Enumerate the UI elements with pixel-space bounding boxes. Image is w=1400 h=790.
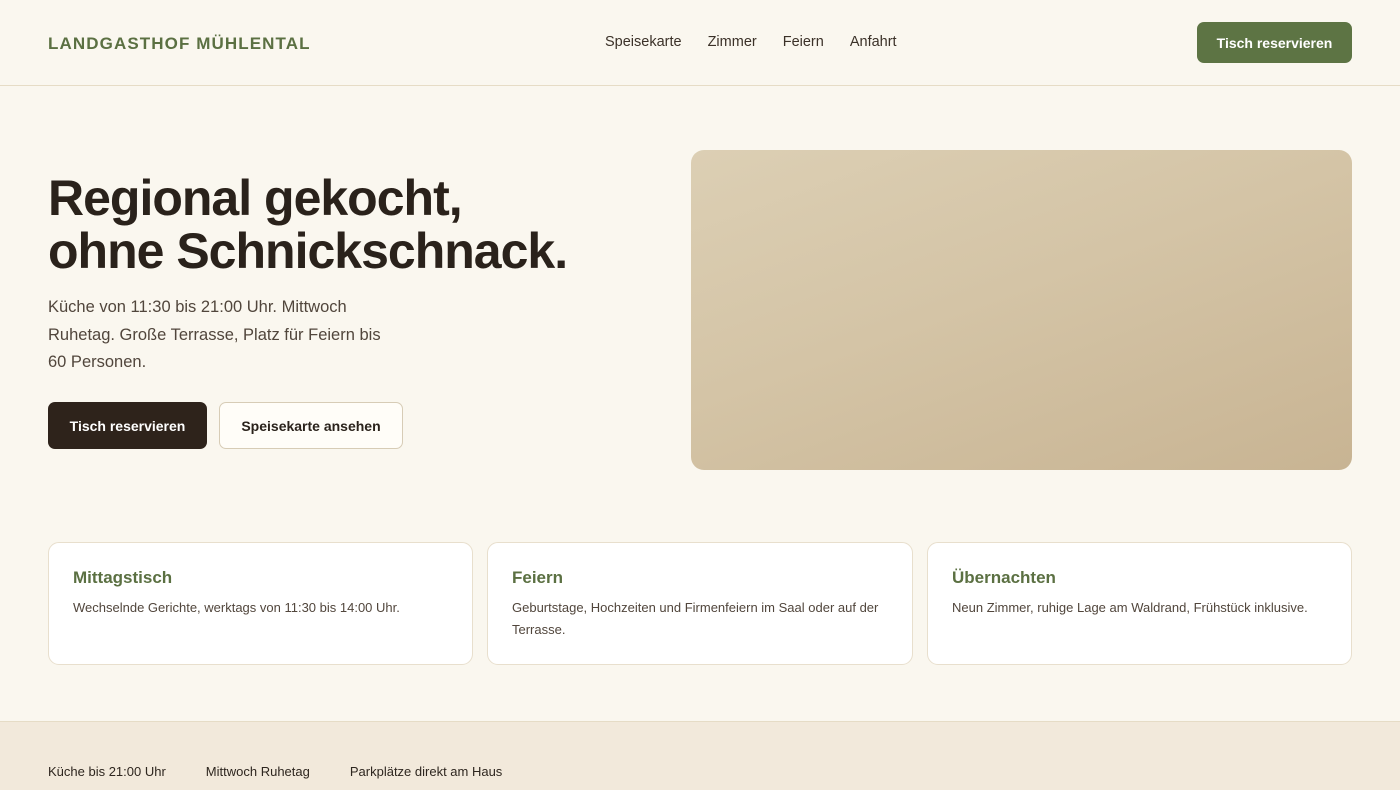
- hero-title: Regional gekocht, ohne Schnickschnack.: [48, 170, 568, 279]
- nav-link-zimmer[interactable]: Zimmer: [708, 34, 757, 50]
- footer-item-parking: Parkplätze direkt am Haus: [349, 764, 503, 779]
- hero-image-placeholder: [691, 150, 1352, 470]
- footer-item-kitchen-hours: Küche bis 21:00 Uhr: [48, 764, 166, 779]
- hero-menu-button[interactable]: Speisekarte ansehen: [219, 402, 403, 449]
- card-text: Wechselnde Gerichte, werktags von 11:30 …: [73, 600, 400, 615]
- header-reserve-button[interactable]: Tisch reservieren: [1197, 22, 1352, 63]
- site-header: LANDGASTHOF MÜHLENTAL Speisekarte Zimmer…: [0, 0, 1400, 86]
- card-title: Mittagstisch: [73, 568, 173, 587]
- card-feiern: Feiern Geburtstage, Hochzeiten und Firme…: [487, 542, 913, 665]
- footer-info-list: Küche bis 21:00 Uhr Mittwoch Ruhetag Par…: [48, 764, 502, 779]
- card-text: Neun Zimmer, ruhige Lage am Waldrand, Fr…: [952, 600, 1308, 615]
- nav-link-speisekarte[interactable]: Speisekarte: [605, 34, 682, 50]
- main-nav: Speisekarte Zimmer Feiern Anfahrt: [605, 34, 897, 50]
- card-mittagstisch: Mittagstisch Wechselnde Gerichte, werkta…: [48, 542, 473, 665]
- brand-logo[interactable]: LANDGASTHOF MÜHLENTAL: [48, 34, 311, 54]
- card-uebernachten: Übernachten Neun Zimmer, ruhige Lage am …: [927, 542, 1352, 665]
- card-title: Übernachten: [952, 568, 1056, 587]
- nav-link-anfahrt[interactable]: Anfahrt: [850, 34, 897, 50]
- hero-title-line-1: Regional gekocht,: [48, 170, 463, 226]
- card-title: Feiern: [512, 568, 564, 587]
- hero-reserve-button[interactable]: Tisch reservieren: [48, 402, 207, 449]
- hero-title-line-2: ohne Schnickschnack.: [48, 223, 568, 279]
- nav-link-feiern[interactable]: Feiern: [783, 34, 824, 50]
- hero-description: Küche von 11:30 bis 21:00 Uhr. Mittwoch …: [48, 298, 381, 371]
- card-text: Geburtstage, Hochzeiten und Firmenfeiern…: [512, 600, 879, 637]
- site-footer: Küche bis 21:00 Uhr Mittwoch Ruhetag Par…: [0, 721, 1400, 790]
- footer-item-rest-day: Mittwoch Ruhetag: [205, 764, 310, 779]
